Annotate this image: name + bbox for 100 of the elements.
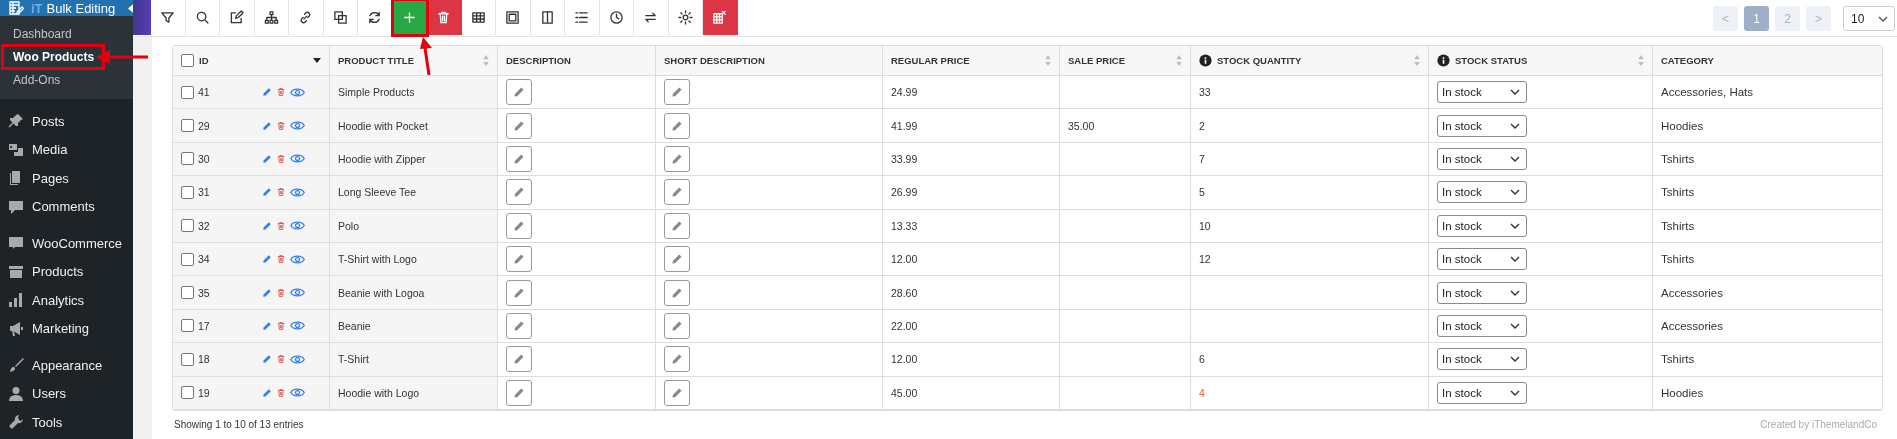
edit-short-description-button[interactable] [664,246,690,273]
pencil-icon[interactable] [262,354,272,365]
select-all-checkbox[interactable] [181,54,194,67]
eye-icon[interactable] [290,387,305,399]
eye-icon[interactable] [290,353,305,365]
row-checkbox[interactable] [181,252,194,266]
menu-item[interactable]: Comments [0,192,133,221]
pencil-icon[interactable] [262,187,272,198]
edit-short-description-button[interactable] [664,145,690,172]
trash-icon[interactable] [276,387,286,398]
stock-status-select[interactable]: In stock [1437,81,1527,104]
caret-down-icon[interactable] [313,58,321,63]
edit-short-description-button[interactable] [664,212,690,239]
sort-icon[interactable] [1638,55,1644,66]
row-checkbox[interactable] [181,185,194,199]
menu-item[interactable]: Pages [0,164,133,193]
trash-icon[interactable] [276,120,286,131]
edit-description-button[interactable] [506,346,532,373]
stock-status-select[interactable]: In stock [1437,281,1527,304]
pencil-icon[interactable] [262,387,272,398]
sort-icon[interactable] [1045,55,1051,66]
edit-short-description-button[interactable] [664,179,690,206]
eye-icon[interactable] [290,253,305,265]
edit-description-button[interactable] [506,145,532,172]
stock-status-select[interactable]: In stock [1437,381,1527,404]
edit-description-button[interactable] [506,179,532,206]
row-checkbox[interactable] [181,352,194,366]
row-checkbox[interactable] [181,152,194,166]
edit-description-button[interactable] [506,246,532,273]
sort-icon[interactable] [1414,55,1420,66]
pencil-icon[interactable] [262,320,272,331]
menu-item[interactable]: WooCommerce [0,229,133,258]
menu-item[interactable]: Tools [0,408,133,437]
eye-icon[interactable] [290,220,305,232]
info-icon[interactable] [1437,54,1450,67]
info-icon[interactable] [1199,54,1212,67]
stock-status-select[interactable]: In stock [1437,181,1527,204]
menu-item[interactable]: Users [0,379,133,408]
stock-status-select[interactable]: In stock [1437,214,1527,237]
stock-status-select[interactable]: In stock [1437,314,1527,337]
row-checkbox[interactable] [181,219,194,233]
edit-description-button[interactable] [506,279,532,306]
pencil-icon[interactable] [262,120,272,131]
row-checkbox[interactable] [181,119,194,133]
submenu-link[interactable]: Woo Products [1,43,106,70]
menu-item[interactable]: Marketing [0,314,133,343]
product-id: 41 [198,86,210,99]
eye-icon[interactable] [290,120,305,132]
per-page-select[interactable]: 10 [1843,6,1895,31]
trash-icon[interactable] [276,320,286,331]
edit-short-description-button[interactable] [664,346,690,373]
trash-icon[interactable] [276,354,286,365]
trash-icon[interactable] [276,220,286,231]
menu-item[interactable]: Products [0,257,133,286]
trash-icon[interactable] [276,287,286,298]
row-checkbox[interactable] [181,319,194,333]
trash-icon [436,10,452,25]
chevron-down-icon [1510,256,1520,263]
plugin-header[interactable]: iT Bulk Editing [0,0,133,16]
edit-short-description-button[interactable] [664,279,690,306]
pencil-icon[interactable] [262,87,272,98]
edit-description-button[interactable] [506,379,532,406]
edit-description-button[interactable] [506,112,532,139]
stock-status-select[interactable]: In stock [1437,114,1527,137]
trash-icon[interactable] [276,254,286,265]
collapse-arrow-icon[interactable] [128,3,133,13]
trash-icon[interactable] [276,187,286,198]
eye-icon[interactable] [290,86,305,98]
pencil-icon[interactable] [262,153,272,164]
menu-item[interactable]: Analytics [0,286,133,315]
menu-item[interactable]: Media [0,135,133,164]
trash-icon[interactable] [276,153,286,164]
edit-short-description-button[interactable] [664,312,690,339]
sort-icon[interactable] [483,55,489,66]
pencil-icon [513,286,525,299]
stock-status-select[interactable]: In stock [1437,248,1527,271]
stock-status-select[interactable]: In stock [1437,147,1527,170]
row-checkbox[interactable] [181,386,194,400]
eye-icon[interactable] [290,320,305,332]
pencil-icon[interactable] [262,254,272,265]
edit-short-description-button[interactable] [664,112,690,139]
eye-icon[interactable] [290,153,305,165]
menu-item[interactable]: Appearance [0,351,133,380]
pencil-icon[interactable] [262,220,272,231]
row-checkbox[interactable] [181,85,194,99]
edit-description-button[interactable] [506,79,532,106]
row-checkbox[interactable] [181,286,194,300]
pin-icon [8,113,24,130]
edit-description-button[interactable] [506,312,532,339]
edit-description-button[interactable] [506,212,532,239]
stock-status-select[interactable]: In stock [1437,348,1527,371]
chevron-down-icon [1510,322,1520,329]
pencil-icon[interactable] [262,287,272,298]
eye-icon[interactable] [290,287,305,299]
edit-short-description-button[interactable] [664,379,690,406]
trash-icon[interactable] [276,87,286,98]
menu-item[interactable]: Posts [0,107,133,136]
edit-short-description-button[interactable] [664,79,690,106]
eye-icon[interactable] [290,186,305,198]
sort-icon[interactable] [1176,55,1182,66]
